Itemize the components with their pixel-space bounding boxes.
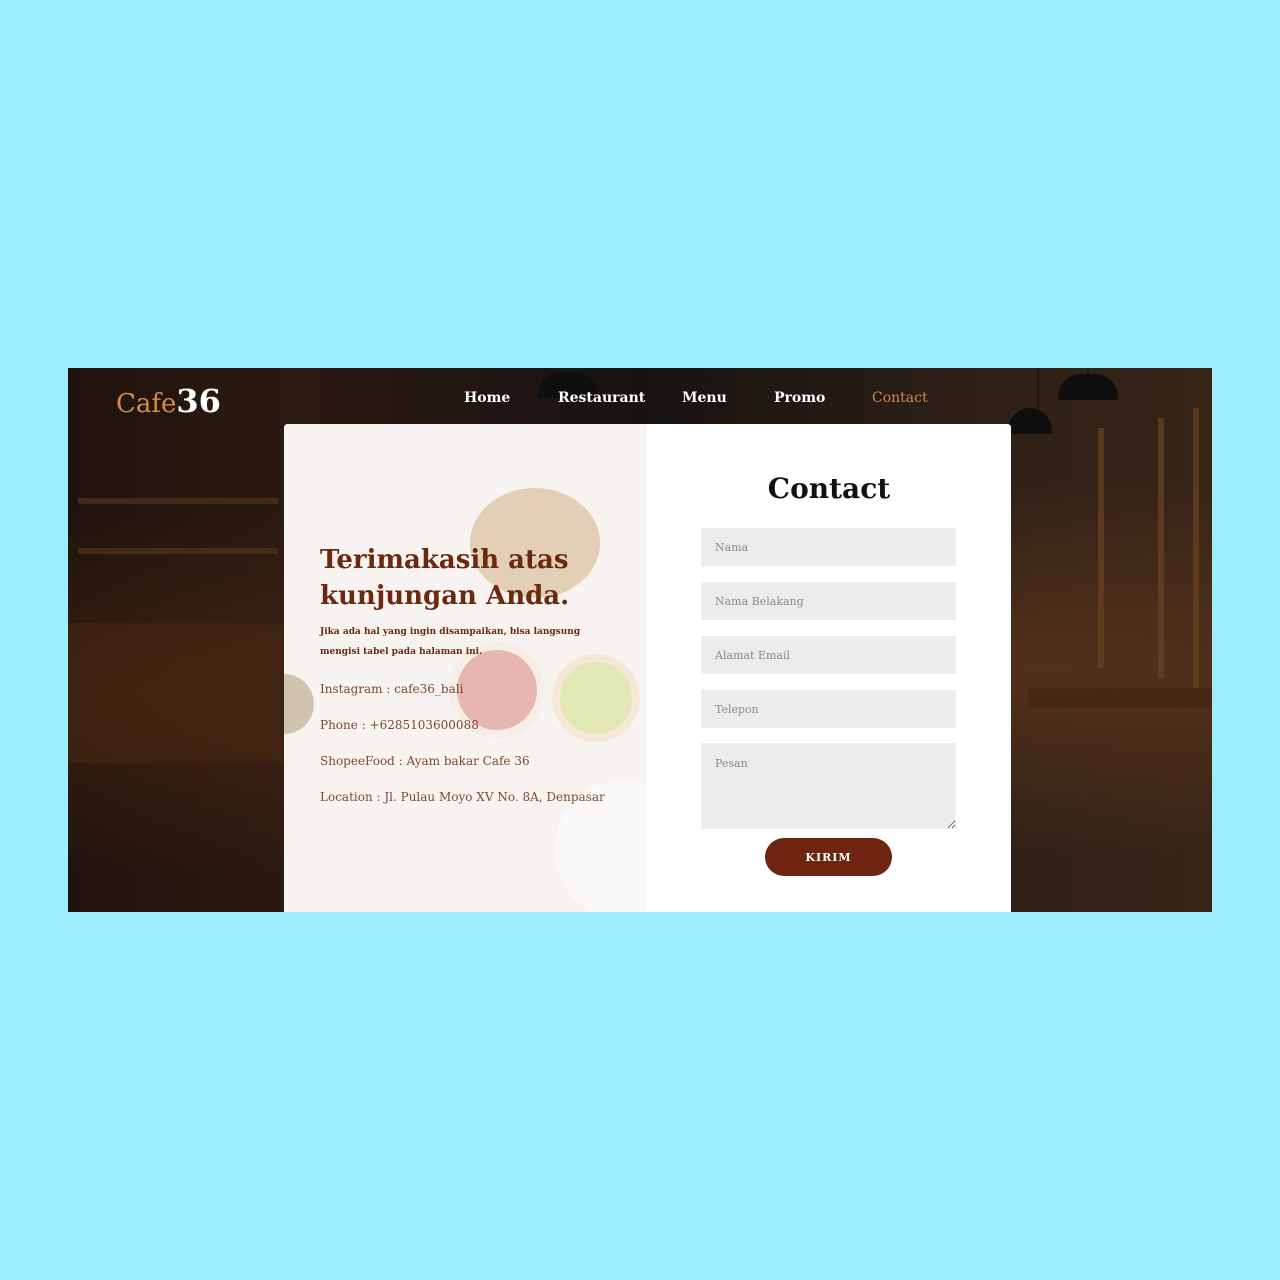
logo-prefix: Cafe: [116, 389, 177, 419]
phone-info: Phone : +6285103600088: [320, 718, 479, 732]
phone-field[interactable]: [701, 690, 956, 728]
contact-form: Contact KIRIM: [647, 424, 1011, 912]
nav-home[interactable]: Home: [464, 390, 510, 406]
nav-promo[interactable]: Promo: [774, 390, 825, 406]
location-info: Location : Jl. Pulau Moyo XV No. 8A, Den…: [320, 790, 605, 804]
thank-you-headline: Terimakasih atas kunjungan Anda.: [320, 545, 570, 611]
message-field[interactable]: [701, 743, 956, 829]
nav-contact[interactable]: Contact: [872, 390, 928, 406]
cafe-logo[interactable]: Cafe36: [116, 382, 221, 420]
nav-menu[interactable]: Menu: [682, 390, 727, 406]
form-title: Contact: [767, 472, 891, 505]
nav-restaurant[interactable]: Restaurant: [558, 390, 645, 406]
contact-card: Terimakasih atas kunjungan Anda. Jika ad…: [284, 424, 1011, 912]
instagram-info: Instagram : cafe36_bali: [320, 682, 464, 696]
last-name-field[interactable]: [701, 582, 956, 620]
info-text: Terimakasih atas kunjungan Anda. Jika ad…: [320, 542, 620, 804]
shopeefood-info: ShopeeFood : Ayam bakar Cafe 36: [320, 754, 530, 768]
email-field[interactable]: [701, 636, 956, 674]
website-screenshot: Cafe36 Home Restaurant Menu Promo Contac…: [68, 368, 1212, 912]
first-name-field[interactable]: [701, 528, 956, 566]
info-panel: Terimakasih atas kunjungan Anda. Jika ad…: [284, 424, 647, 912]
submit-button[interactable]: KIRIM: [765, 838, 892, 876]
intro-text: Jika ada hal yang ingin disampaikan, bis…: [320, 627, 581, 657]
navbar: Cafe36 Home Restaurant Menu Promo Contac…: [68, 368, 1212, 424]
logo-number: 36: [176, 382, 221, 420]
